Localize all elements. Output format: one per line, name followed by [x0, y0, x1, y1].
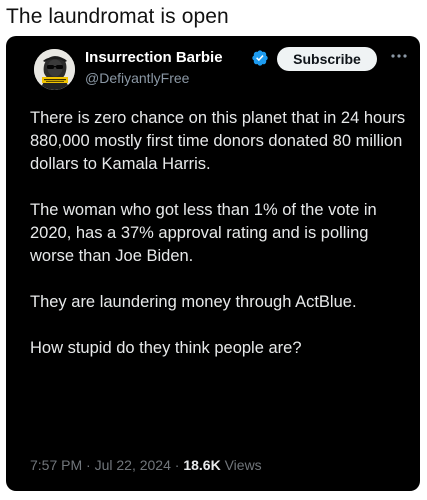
meta-separator: · — [86, 457, 91, 473]
subscribe-button[interactable]: Subscribe — [277, 47, 377, 71]
post-paragraph: The woman who got less than 1% of the vo… — [30, 201, 377, 265]
post-date[interactable]: Jul 22, 2024 — [95, 457, 171, 473]
post-metadata: 7:57 PM · Jul 22, 2024 · 18.6K Views — [30, 456, 262, 475]
post-caption: The laundromat is open — [6, 5, 229, 28]
post-paragraph: How stupid do they think people are? — [30, 339, 302, 357]
verified-badge-icon — [252, 50, 268, 66]
meta-separator: · — [174, 457, 180, 473]
more-options-icon[interactable] — [389, 50, 409, 62]
views-label: Views — [224, 457, 262, 473]
post-text: There is zero chance on this planet that… — [30, 107, 412, 383]
views-count[interactable]: 18.6K — [183, 457, 220, 473]
author-name[interactable]: Insurrection Barbie — [85, 48, 223, 68]
post-time[interactable]: 7:57 PM — [30, 457, 82, 473]
profile-avatar[interactable] — [34, 49, 75, 90]
tweet-card[interactable]: Insurrection Barbie @DefiyantlyFree Subs… — [6, 36, 420, 491]
author-handle[interactable]: @DefiyantlyFree — [85, 69, 189, 88]
post-paragraph: There is zero chance on this planet that… — [30, 109, 406, 173]
post-paragraph: They are laundering money through ActBlu… — [30, 293, 357, 311]
